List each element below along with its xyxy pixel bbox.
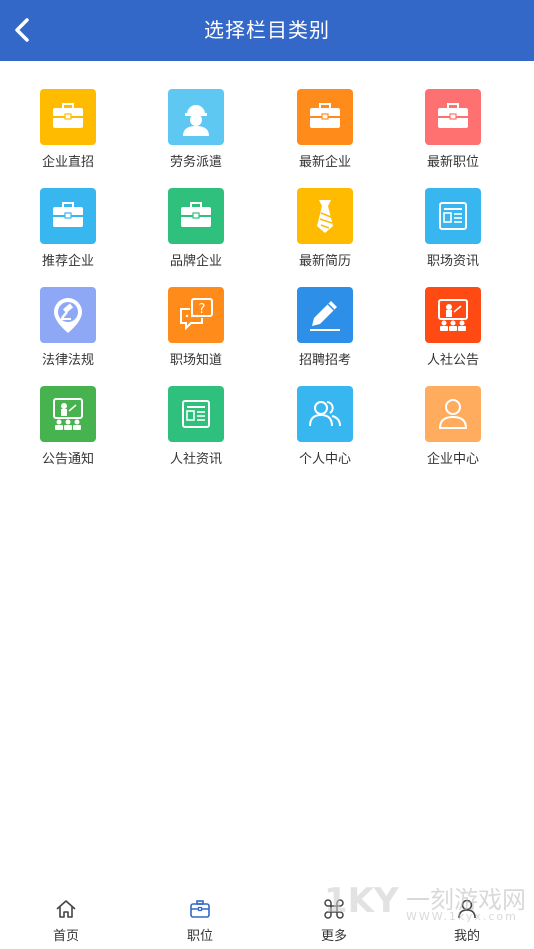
category-item[interactable]: 个人中心: [270, 386, 380, 476]
person-icon: [425, 386, 481, 442]
category-label: 推荐企业: [41, 254, 94, 269]
category-item[interactable]: 最新企业: [270, 89, 380, 179]
header-bar: 选择栏目类别: [0, 0, 534, 61]
category-label: 最新职位: [426, 155, 479, 170]
briefcase-icon: [40, 89, 96, 145]
users-icon: [297, 386, 353, 442]
briefcase-icon: [190, 900, 210, 918]
briefcase-icon: [40, 188, 96, 244]
category-item[interactable]: 企业直招: [13, 89, 123, 179]
presentation-icon: [425, 287, 481, 343]
category-label: 品牌企业: [169, 254, 222, 269]
category-label: 企业中心: [426, 452, 479, 467]
category-label: 最新简历: [298, 254, 351, 269]
home-icon: [56, 900, 76, 918]
category-item[interactable]: 公告通知: [13, 386, 123, 476]
category-label: 个人中心: [298, 452, 351, 467]
briefcase-icon: [168, 188, 224, 244]
worker-icon: [168, 89, 224, 145]
category-item[interactable]: 推荐企业: [13, 188, 123, 278]
tab-mine[interactable]: 我的: [427, 888, 507, 949]
svg-text:?: ?: [199, 302, 206, 317]
gavel-icon: [40, 287, 96, 343]
category-label: 最新企业: [298, 155, 351, 170]
briefcase-icon: [297, 89, 353, 145]
category-label: 人社公告: [426, 353, 479, 368]
category-item[interactable]: 人社公告: [398, 287, 508, 377]
category-label: 公告通知: [41, 452, 94, 467]
category-label: 职场知道: [169, 353, 222, 368]
category-item[interactable]: 招聘招考: [270, 287, 380, 377]
bottom-tab-bar: 首页 职位 更多 我的: [0, 888, 534, 949]
tab-label: 我的: [453, 929, 480, 944]
page-title: 选择栏目类别: [204, 18, 330, 42]
tab-jobs[interactable]: 职位: [160, 888, 240, 949]
profile-icon: [458, 899, 476, 919]
briefcase-icon: [425, 89, 481, 145]
category-item[interactable]: ? 职场知道: [141, 287, 251, 377]
category-item[interactable]: 劳务派遣: [141, 89, 251, 179]
category-item[interactable]: 法律法规: [13, 287, 123, 377]
category-label: 企业直招: [41, 155, 94, 170]
tab-label: 更多: [320, 929, 347, 944]
tab-label: 首页: [52, 929, 79, 944]
category-label: 劳务派遣: [169, 155, 222, 170]
tab-more[interactable]: 更多: [294, 888, 374, 949]
category-label: 招聘招考: [298, 353, 351, 368]
category-item[interactable]: 最新简历: [270, 188, 380, 278]
tie-icon: [297, 188, 353, 244]
category-item[interactable]: 人社资讯: [141, 386, 251, 476]
category-label: 人社资讯: [169, 452, 222, 467]
tab-home[interactable]: 首页: [26, 888, 106, 949]
category-label: 法律法规: [41, 353, 94, 368]
category-item[interactable]: 最新职位: [398, 89, 508, 179]
tab-label: 职位: [186, 929, 213, 944]
category-item[interactable]: 职场资讯: [398, 188, 508, 278]
category-item[interactable]: 品牌企业: [141, 188, 251, 278]
category-item[interactable]: 企业中心: [398, 386, 508, 476]
pencil-icon: [297, 287, 353, 343]
question-chat-icon: ?: [168, 287, 224, 343]
news-icon: [168, 386, 224, 442]
category-label: 职场资讯: [426, 254, 479, 269]
presentation-icon: [40, 386, 96, 442]
news-icon: [425, 188, 481, 244]
command-icon: [324, 899, 344, 919]
